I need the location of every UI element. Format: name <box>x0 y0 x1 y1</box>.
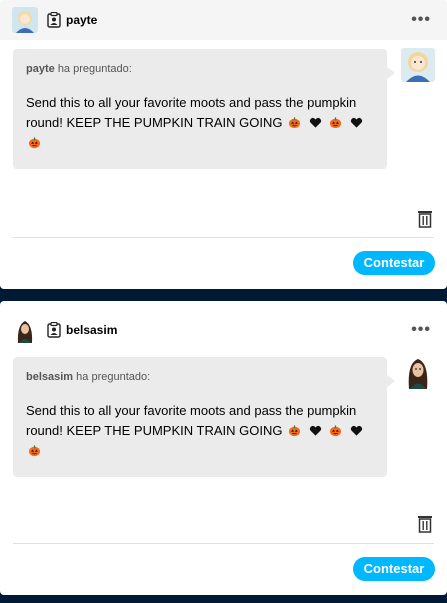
ask-post-card: belsasim ••• belsasim ha preguntado: Sen… <box>0 301 447 595</box>
asker-line: belsasim ha preguntado: <box>26 371 374 383</box>
pumpkin-icon <box>330 117 342 129</box>
avatar[interactable] <box>12 7 38 33</box>
post-header: payte ••• <box>0 0 447 40</box>
trash-icon[interactable] <box>417 515 433 533</box>
black-heart-icon <box>309 117 321 128</box>
more-options-button[interactable]: ••• <box>411 321 431 339</box>
question-bubble: belsasim ha preguntado: Send this to all… <box>13 357 395 477</box>
reply-button[interactable]: Contestar <box>353 251 435 275</box>
question-bubble: payte ha preguntado: Send this to all yo… <box>13 49 395 169</box>
divider <box>13 237 434 238</box>
asked-label: ha preguntado: <box>57 63 132 75</box>
pumpkin-icon <box>28 137 41 149</box>
black-heart-icon <box>350 117 363 128</box>
post-username[interactable]: payte <box>66 13 97 27</box>
more-options-button[interactable]: ••• <box>411 11 431 29</box>
asker-avatar[interactable] <box>401 48 435 82</box>
pumpkin-icon <box>330 425 342 437</box>
asker-name[interactable]: payte <box>26 63 55 75</box>
pumpkin-icon <box>289 425 301 437</box>
reply-button[interactable]: Contestar <box>353 557 435 581</box>
trash-icon[interactable] <box>417 210 433 228</box>
user-card-icon <box>47 12 61 28</box>
question-text: Send this to all your favorite moots and… <box>26 93 374 153</box>
post-username[interactable]: belsasim <box>66 323 117 337</box>
user-card-icon <box>47 322 61 338</box>
pumpkin-icon <box>28 445 41 457</box>
dashboard-feed: payte ••• payte ha preguntado: Send this… <box>0 0 447 603</box>
asked-label: ha preguntado: <box>76 371 151 383</box>
black-heart-icon <box>309 425 321 436</box>
post-header: belsasim ••• <box>0 311 447 349</box>
black-heart-icon <box>350 425 363 436</box>
asker-avatar[interactable] <box>401 355 435 389</box>
divider <box>13 543 434 544</box>
question-text: Send this to all your favorite moots and… <box>26 401 374 461</box>
asker-line: payte ha preguntado: <box>26 63 374 75</box>
pumpkin-icon <box>289 117 301 129</box>
avatar[interactable] <box>12 317 38 343</box>
ask-post-card: payte ••• payte ha preguntado: Send this… <box>0 0 447 289</box>
asker-name[interactable]: belsasim <box>26 371 73 383</box>
